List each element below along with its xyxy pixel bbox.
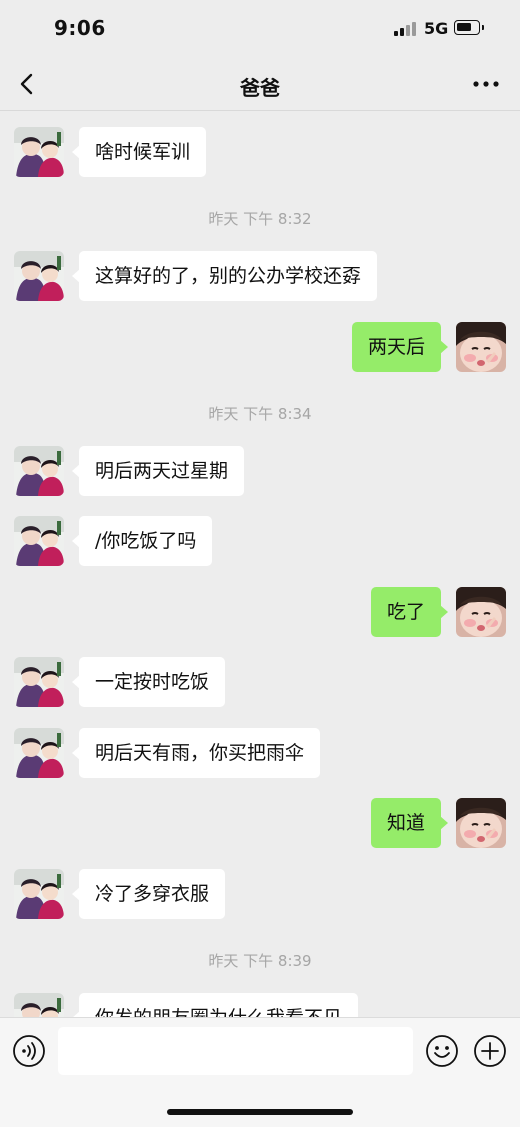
- chat-timestamp: 昨天 下午 8:34: [208, 405, 312, 423]
- input-bar: [0, 1017, 520, 1127]
- message-bubble-sent[interactable]: 两天后: [351, 322, 449, 372]
- chat-header: 爸爸: [0, 58, 520, 111]
- chat-messages: 啥时候军训 昨天 下午 8:32 这算好的了，别的公办学校还孬 两天后 昨天 下…: [0, 111, 520, 1017]
- status-time: 9:06: [54, 16, 106, 40]
- avatar-self[interactable]: [456, 322, 506, 372]
- voice-icon[interactable]: [12, 1034, 46, 1068]
- battery-icon: [454, 20, 484, 35]
- message-bubble-sent[interactable]: 吃了: [370, 587, 449, 637]
- message-bubble-received[interactable]: 你发的朋友圈为什么我看不见: [71, 993, 359, 1017]
- avatar-dad[interactable]: [14, 657, 64, 707]
- more-dots-icon[interactable]: [472, 72, 500, 96]
- status-bar: 9:06 5G: [0, 0, 520, 58]
- avatar-dad[interactable]: [14, 728, 64, 778]
- avatar-dad[interactable]: [14, 251, 64, 301]
- signal-icon: [394, 22, 420, 36]
- network-label: 5G: [424, 19, 449, 38]
- chat-timestamp: 昨天 下午 8:32: [208, 210, 312, 228]
- avatar-self[interactable]: [456, 798, 506, 848]
- message-bubble-received[interactable]: /你吃饭了吗: [71, 516, 213, 566]
- plus-icon[interactable]: [473, 1034, 507, 1068]
- chat-title: 爸爸: [240, 76, 280, 100]
- message-bubble-received[interactable]: 冷了多穿衣服: [71, 869, 226, 919]
- message-input[interactable]: [58, 1027, 413, 1075]
- message-bubble-received[interactable]: 一定按时吃饭: [71, 657, 226, 707]
- emoji-icon[interactable]: [425, 1034, 459, 1068]
- message-bubble-received[interactable]: 这算好的了，别的公办学校还孬: [71, 251, 378, 301]
- chat-timestamp: 昨天 下午 8:39: [208, 952, 312, 970]
- avatar-dad[interactable]: [14, 993, 64, 1017]
- avatar-dad[interactable]: [14, 446, 64, 496]
- message-bubble-received[interactable]: 明后两天过星期: [71, 446, 245, 496]
- avatar-dad[interactable]: [14, 516, 64, 566]
- message-bubble-received[interactable]: 啥时候军训: [71, 127, 207, 177]
- avatar-dad[interactable]: [14, 127, 64, 177]
- avatar-dad[interactable]: [14, 869, 64, 919]
- message-bubble-sent[interactable]: 知道: [370, 798, 449, 848]
- message-bubble-received[interactable]: 明后天有雨，你买把雨伞: [71, 728, 321, 778]
- home-indicator: [167, 1109, 353, 1115]
- avatar-self[interactable]: [456, 587, 506, 637]
